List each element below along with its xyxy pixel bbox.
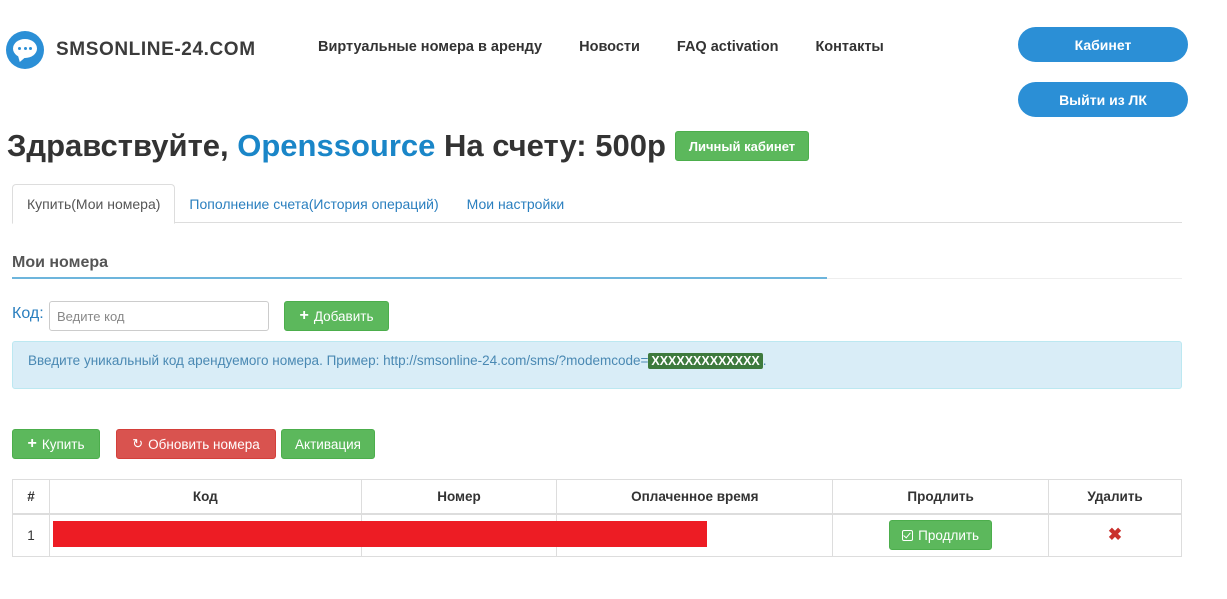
balance: На счету: 500р [443,128,666,163]
nav-virtual-numbers[interactable]: Виртуальные номера в аренду [318,39,542,55]
nav-faq[interactable]: FAQ activation [677,39,779,55]
extend-button[interactable]: Продлить [889,520,993,551]
username: Openssource [237,128,436,163]
row-num: 1 [12,513,50,557]
code-label: Код: [12,305,44,322]
delete-x-icon[interactable]: ✖ [1108,525,1122,544]
add-button[interactable]: + Добавить [284,301,389,331]
redaction-bar [53,521,707,547]
refresh-icon: ↻ [132,436,144,451]
check-square-icon [902,529,914,541]
nav-news[interactable]: Новости [579,39,640,55]
col-delete: Удалить [1048,479,1182,515]
logout-button[interactable]: Выйти из ЛК [1018,82,1188,117]
page-title: Здравствуйте, Openssource На счету: 500р… [7,128,810,164]
row-delete-cell: ✖ [1048,513,1182,557]
add-button-label: Добавить [313,308,374,324]
refresh-button-label: Обновить номера [148,436,260,452]
row-extend-cell: Продлить [832,513,1050,557]
refresh-numbers-button[interactable]: ↻ Обновить номера [116,429,276,459]
plus-icon: + [299,307,309,324]
chat-bubble-icon [6,31,44,69]
code-input[interactable] [49,301,269,331]
info-text: Введите уникальный код арендуемого номер… [28,353,649,368]
section-divider-rest [827,278,1182,279]
cabinet-button[interactable]: Кабинет [1018,27,1188,62]
col-number: Номер [360,479,558,515]
info-alert: Введите уникальный код арендуемого номер… [12,341,1182,389]
tab-settings[interactable]: Мои настройки [453,184,579,223]
site-logo[interactable]: SMSONLINE-24.COM [6,31,256,69]
col-code: Код [48,479,362,515]
logo-text: SMSONLINE-24.COM [56,39,256,60]
tab-buy-my-numbers[interactable]: Купить(Мои номера) [12,184,176,224]
nav-contacts[interactable]: Контакты [815,39,883,55]
greeting-hello: Здравствуйте, [7,128,229,163]
activation-button[interactable]: Активация [281,429,375,459]
info-suffix: . [762,353,767,368]
table-header-row: # Код Номер Оплаченное время Продлить Уд… [12,479,1182,515]
extend-button-label: Продлить [918,527,980,543]
tab-top-up[interactable]: Пополнение счета(История операций) [175,184,452,223]
section-title: Мои номера [12,254,109,271]
plus-icon: + [27,435,37,452]
col-paid-time: Оплаченное время [556,479,834,515]
col-num: # [12,479,50,515]
personal-cabinet-button[interactable]: Личный кабинет [674,131,810,161]
main-nav: Виртуальные номера в аренду Новости FAQ … [318,39,921,55]
buy-button[interactable]: + Купить [12,429,100,459]
tabs: Купить(Мои номера) Пополнение счета(Исто… [12,184,1182,224]
buy-button-label: Купить [41,436,85,452]
info-code-example: XXXXXXXXXXXXX [648,353,763,369]
section-divider [12,277,827,279]
col-extend: Продлить [832,479,1050,515]
